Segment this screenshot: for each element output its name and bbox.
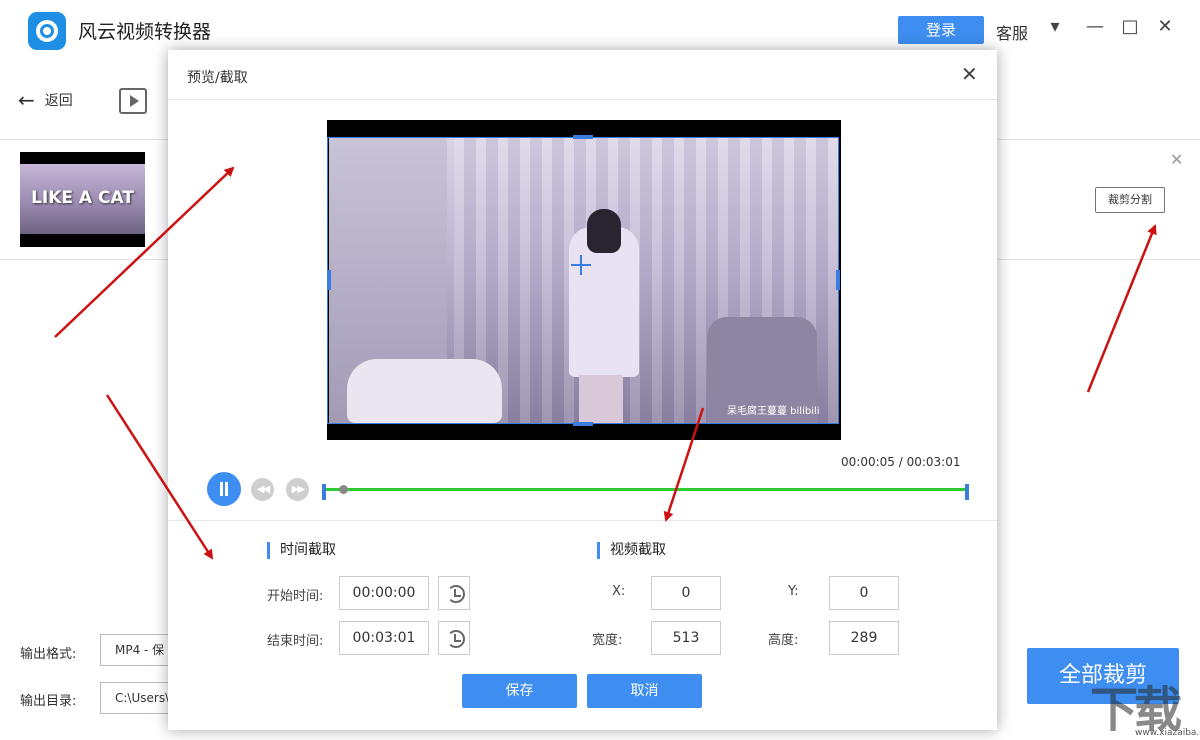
dialog-title: 预览/截取 [187, 70, 248, 86]
timeline-start-marker[interactable] [322, 484, 326, 500]
crop-handle-left[interactable] [327, 270, 331, 290]
fast-forward-icon[interactable]: ▶▶ [286, 478, 309, 501]
video-thumbnail[interactable]: LIKE A CAT [20, 152, 145, 247]
reset-start-time-icon[interactable] [438, 576, 470, 610]
start-time-input[interactable]: 00:00:00 [339, 576, 429, 610]
reset-end-time-icon[interactable] [438, 621, 470, 655]
remove-file-icon[interactable]: ✕ [1170, 150, 1183, 169]
customer-service-link[interactable]: 客服 [996, 20, 1028, 44]
cancel-button[interactable]: 取消 [587, 674, 702, 708]
time-crop-section-title: 时间截取 [267, 542, 336, 559]
login-button[interactable]: 登录 [898, 16, 984, 44]
crop-handle-right[interactable] [836, 270, 840, 290]
crop-split-button[interactable]: 裁剪分割 [1095, 187, 1165, 213]
height-label: 高度: [768, 633, 799, 648]
back-label: 返回 [44, 93, 73, 109]
dropdown-menu-icon[interactable]: ▾ [1044, 14, 1066, 40]
maximize-icon[interactable]: □ [1119, 14, 1141, 40]
preview-crop-dialog: 预览/截取 ✕ 呆毛腐王蔓蔓 bilibili 00:00:05 / 00:03… [168, 50, 997, 730]
video-preview[interactable]: 呆毛腐王蔓蔓 bilibili [327, 120, 841, 440]
width-input[interactable]: 513 [651, 621, 721, 655]
crop-selection-box[interactable] [327, 137, 839, 424]
timeline-end-marker[interactable] [965, 484, 969, 500]
x-label: X: [612, 584, 626, 599]
convert-tool-icon[interactable] [119, 88, 147, 114]
time-readout: 00:00:05 / 00:03:01 [841, 455, 961, 469]
back-arrow-icon: ← [18, 88, 35, 112]
crop-handle-bottom[interactable] [573, 422, 593, 426]
timeline-track[interactable] [325, 488, 968, 491]
close-window-icon[interactable]: ✕ [1154, 14, 1176, 40]
end-time-label: 结束时间: [267, 634, 324, 649]
width-label: 宽度: [592, 633, 623, 648]
dialog-close-icon[interactable]: ✕ [961, 62, 978, 86]
dialog-divider [168, 520, 997, 521]
thumbnail-text: LIKE A CAT [31, 188, 134, 208]
app-title: 风云视频转换器 [78, 21, 212, 43]
video-crop-section-title: 视频截取 [597, 542, 666, 559]
save-button[interactable]: 保存 [462, 674, 577, 708]
output-dir-label: 输出目录: [20, 694, 77, 709]
pause-button[interactable] [207, 472, 241, 506]
app-logo-icon [28, 12, 66, 50]
watermark-url: www.xiazaiba.com [1135, 728, 1200, 738]
crop-handle-top[interactable] [573, 135, 593, 139]
height-input[interactable]: 289 [829, 621, 899, 655]
back-button[interactable]: ← 返回 [18, 90, 73, 110]
x-input[interactable]: 0 [651, 576, 721, 610]
start-time-label: 开始时间: [267, 589, 324, 604]
y-input[interactable]: 0 [829, 576, 899, 610]
minimize-icon[interactable]: — [1084, 14, 1106, 40]
y-label: Y: [788, 584, 799, 599]
dialog-header: 预览/截取 ✕ [168, 50, 997, 100]
timeline-playhead[interactable] [339, 485, 348, 494]
crop-center-crosshair-v [580, 255, 582, 275]
rewind-icon[interactable]: ◀◀ [251, 478, 274, 501]
end-time-input[interactable]: 00:03:01 [339, 621, 429, 655]
output-format-label: 输出格式: [20, 647, 77, 662]
